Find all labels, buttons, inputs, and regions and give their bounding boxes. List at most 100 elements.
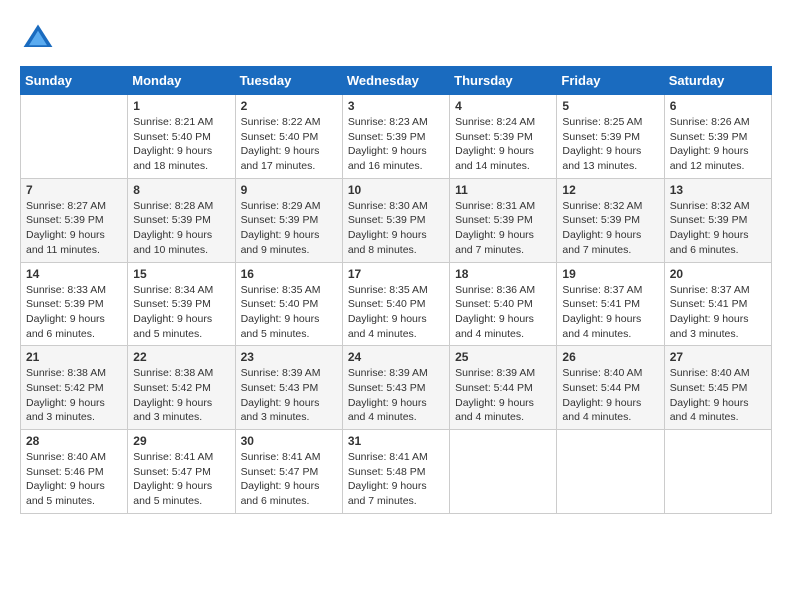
- calendar-cell: 24Sunrise: 8:39 AMSunset: 5:43 PMDayligh…: [342, 346, 449, 430]
- calendar-cell: 3 Sunrise: 8:23 AMSunset: 5:39 PMDaylight…: [342, 95, 449, 179]
- day-number: 16: [241, 267, 337, 281]
- calendar-cell: 28 Sunrise: 8:40 AMSunset: 5:46 PMDayligh…: [21, 430, 128, 514]
- day-info: Sunrise: 8:32 AMSunset: 5:39 PMDaylight:…: [562, 199, 658, 258]
- logo: [20, 20, 62, 56]
- weekday-header-wednesday: Wednesday: [342, 67, 449, 95]
- calendar-cell: [21, 95, 128, 179]
- weekday-header-tuesday: Tuesday: [235, 67, 342, 95]
- day-info: Sunrise: 8:38 AMSunset: 5:42 PMDaylight:…: [133, 366, 229, 425]
- day-info: Sunrise: 8:35 AMSunset: 5:40 PMDaylight:…: [348, 283, 444, 342]
- calendar-cell: 12 Sunrise: 8:32 AMSunset: 5:39 PMDayligh…: [557, 178, 664, 262]
- day-info: Sunrise: 8:38 AMSunset: 5:42 PMDaylight:…: [26, 366, 122, 425]
- day-number: 12: [562, 183, 658, 197]
- day-number: 3: [348, 99, 444, 113]
- calendar-cell: 17 Sunrise: 8:35 AMSunset: 5:40 PMDayligh…: [342, 262, 449, 346]
- day-info: Sunrise: 8:21 AMSunset: 5:40 PMDaylight:…: [133, 115, 229, 174]
- calendar-cell: 5 Sunrise: 8:25 AMSunset: 5:39 PMDaylight…: [557, 95, 664, 179]
- calendar-week-row: 28 Sunrise: 8:40 AMSunset: 5:46 PMDayligh…: [21, 430, 772, 514]
- day-info: Sunrise: 8:37 AMSunset: 5:41 PMDaylight:…: [670, 283, 766, 342]
- day-info: Sunrise: 8:40 AMSunset: 5:46 PMDaylight:…: [26, 450, 122, 509]
- day-number: 21: [26, 350, 122, 364]
- day-number: 6: [670, 99, 766, 113]
- day-number: 10: [348, 183, 444, 197]
- calendar-cell: 9 Sunrise: 8:29 AMSunset: 5:39 PMDaylight…: [235, 178, 342, 262]
- day-info: Sunrise: 8:25 AMSunset: 5:39 PMDaylight:…: [562, 115, 658, 174]
- logo-icon: [20, 20, 56, 56]
- weekday-header-saturday: Saturday: [664, 67, 771, 95]
- weekday-header-thursday: Thursday: [450, 67, 557, 95]
- day-info: Sunrise: 8:29 AMSunset: 5:39 PMDaylight:…: [241, 199, 337, 258]
- calendar-week-row: 21 Sunrise: 8:38 AMSunset: 5:42 PMDayligh…: [21, 346, 772, 430]
- day-number: 18: [455, 267, 551, 281]
- day-number: 7: [26, 183, 122, 197]
- day-number: 17: [348, 267, 444, 281]
- calendar-cell: 6 Sunrise: 8:26 AMSunset: 5:39 PMDaylight…: [664, 95, 771, 179]
- day-number: 2: [241, 99, 337, 113]
- calendar-cell: 20 Sunrise: 8:37 AMSunset: 5:41 PMDayligh…: [664, 262, 771, 346]
- day-info: Sunrise: 8:32 AMSunset: 5:39 PMDaylight:…: [670, 199, 766, 258]
- weekday-header-monday: Monday: [128, 67, 235, 95]
- calendar-table: SundayMondayTuesdayWednesdayThursdayFrid…: [20, 66, 772, 514]
- calendar-cell: 2 Sunrise: 8:22 AMSunset: 5:40 PMDaylight…: [235, 95, 342, 179]
- page-header: [20, 20, 772, 56]
- day-number: 1: [133, 99, 229, 113]
- day-info: Sunrise: 8:41 AMSunset: 5:47 PMDaylight:…: [133, 450, 229, 509]
- calendar-cell: 14Sunrise: 8:33 AMSunset: 5:39 PMDayligh…: [21, 262, 128, 346]
- calendar-cell: 10 Sunrise: 8:30 AMSunset: 5:39 PMDayligh…: [342, 178, 449, 262]
- calendar-cell: 7Sunrise: 8:27 AMSunset: 5:39 PMDaylight…: [21, 178, 128, 262]
- calendar-cell: 23 Sunrise: 8:39 AMSunset: 5:43 PMDayligh…: [235, 346, 342, 430]
- calendar-cell: [664, 430, 771, 514]
- day-info: Sunrise: 8:28 AMSunset: 5:39 PMDaylight:…: [133, 199, 229, 258]
- day-info: Sunrise: 8:35 AMSunset: 5:40 PMDaylight:…: [241, 283, 337, 342]
- weekday-header-sunday: Sunday: [21, 67, 128, 95]
- day-number: 19: [562, 267, 658, 281]
- day-info: Sunrise: 8:41 AMSunset: 5:47 PMDaylight:…: [241, 450, 337, 509]
- calendar-cell: 21 Sunrise: 8:38 AMSunset: 5:42 PMDayligh…: [21, 346, 128, 430]
- day-info: Sunrise: 8:22 AMSunset: 5:40 PMDaylight:…: [241, 115, 337, 174]
- day-info: Sunrise: 8:39 AMSunset: 5:44 PMDaylight:…: [455, 366, 551, 425]
- calendar-cell: 13 Sunrise: 8:32 AMSunset: 5:39 PMDayligh…: [664, 178, 771, 262]
- weekday-header-row: SundayMondayTuesdayWednesdayThursdayFrid…: [21, 67, 772, 95]
- day-number: 23: [241, 350, 337, 364]
- day-info: Sunrise: 8:31 AMSunset: 5:39 PMDaylight:…: [455, 199, 551, 258]
- calendar-cell: [557, 430, 664, 514]
- calendar-cell: 30 Sunrise: 8:41 AMSunset: 5:47 PMDayligh…: [235, 430, 342, 514]
- calendar-cell: 8 Sunrise: 8:28 AMSunset: 5:39 PMDaylight…: [128, 178, 235, 262]
- calendar-cell: 19 Sunrise: 8:37 AMSunset: 5:41 PMDayligh…: [557, 262, 664, 346]
- day-number: 8: [133, 183, 229, 197]
- day-number: 25: [455, 350, 551, 364]
- day-number: 15: [133, 267, 229, 281]
- day-info: Sunrise: 8:40 AMSunset: 5:45 PMDaylight:…: [670, 366, 766, 425]
- calendar-week-row: 7Sunrise: 8:27 AMSunset: 5:39 PMDaylight…: [21, 178, 772, 262]
- day-info: Sunrise: 8:40 AMSunset: 5:44 PMDaylight:…: [562, 366, 658, 425]
- day-info: Sunrise: 8:24 AMSunset: 5:39 PMDaylight:…: [455, 115, 551, 174]
- day-number: 28: [26, 434, 122, 448]
- day-number: 30: [241, 434, 337, 448]
- calendar-cell: 15 Sunrise: 8:34 AMSunset: 5:39 PMDayligh…: [128, 262, 235, 346]
- day-info: Sunrise: 8:39 AMSunset: 5:43 PMDaylight:…: [241, 366, 337, 425]
- calendar-cell: [450, 430, 557, 514]
- calendar-cell: 22Sunrise: 8:38 AMSunset: 5:42 PMDayligh…: [128, 346, 235, 430]
- calendar-week-row: 1 Sunrise: 8:21 AMSunset: 5:40 PMDaylight…: [21, 95, 772, 179]
- day-info: Sunrise: 8:36 AMSunset: 5:40 PMDaylight:…: [455, 283, 551, 342]
- day-number: 5: [562, 99, 658, 113]
- day-info: Sunrise: 8:39 AMSunset: 5:43 PMDaylight:…: [348, 366, 444, 425]
- day-number: 26: [562, 350, 658, 364]
- day-number: 13: [670, 183, 766, 197]
- calendar-cell: 18 Sunrise: 8:36 AMSunset: 5:40 PMDayligh…: [450, 262, 557, 346]
- day-number: 29: [133, 434, 229, 448]
- calendar-cell: 25 Sunrise: 8:39 AMSunset: 5:44 PMDayligh…: [450, 346, 557, 430]
- day-info: Sunrise: 8:30 AMSunset: 5:39 PMDaylight:…: [348, 199, 444, 258]
- day-number: 9: [241, 183, 337, 197]
- day-info: Sunrise: 8:26 AMSunset: 5:39 PMDaylight:…: [670, 115, 766, 174]
- day-number: 4: [455, 99, 551, 113]
- calendar-cell: 26 Sunrise: 8:40 AMSunset: 5:44 PMDayligh…: [557, 346, 664, 430]
- day-info: Sunrise: 8:37 AMSunset: 5:41 PMDaylight:…: [562, 283, 658, 342]
- calendar-week-row: 14Sunrise: 8:33 AMSunset: 5:39 PMDayligh…: [21, 262, 772, 346]
- calendar-cell: 4 Sunrise: 8:24 AMSunset: 5:39 PMDaylight…: [450, 95, 557, 179]
- day-number: 20: [670, 267, 766, 281]
- day-number: 14: [26, 267, 122, 281]
- day-info: Sunrise: 8:34 AMSunset: 5:39 PMDaylight:…: [133, 283, 229, 342]
- day-info: Sunrise: 8:23 AMSunset: 5:39 PMDaylight:…: [348, 115, 444, 174]
- day-number: 27: [670, 350, 766, 364]
